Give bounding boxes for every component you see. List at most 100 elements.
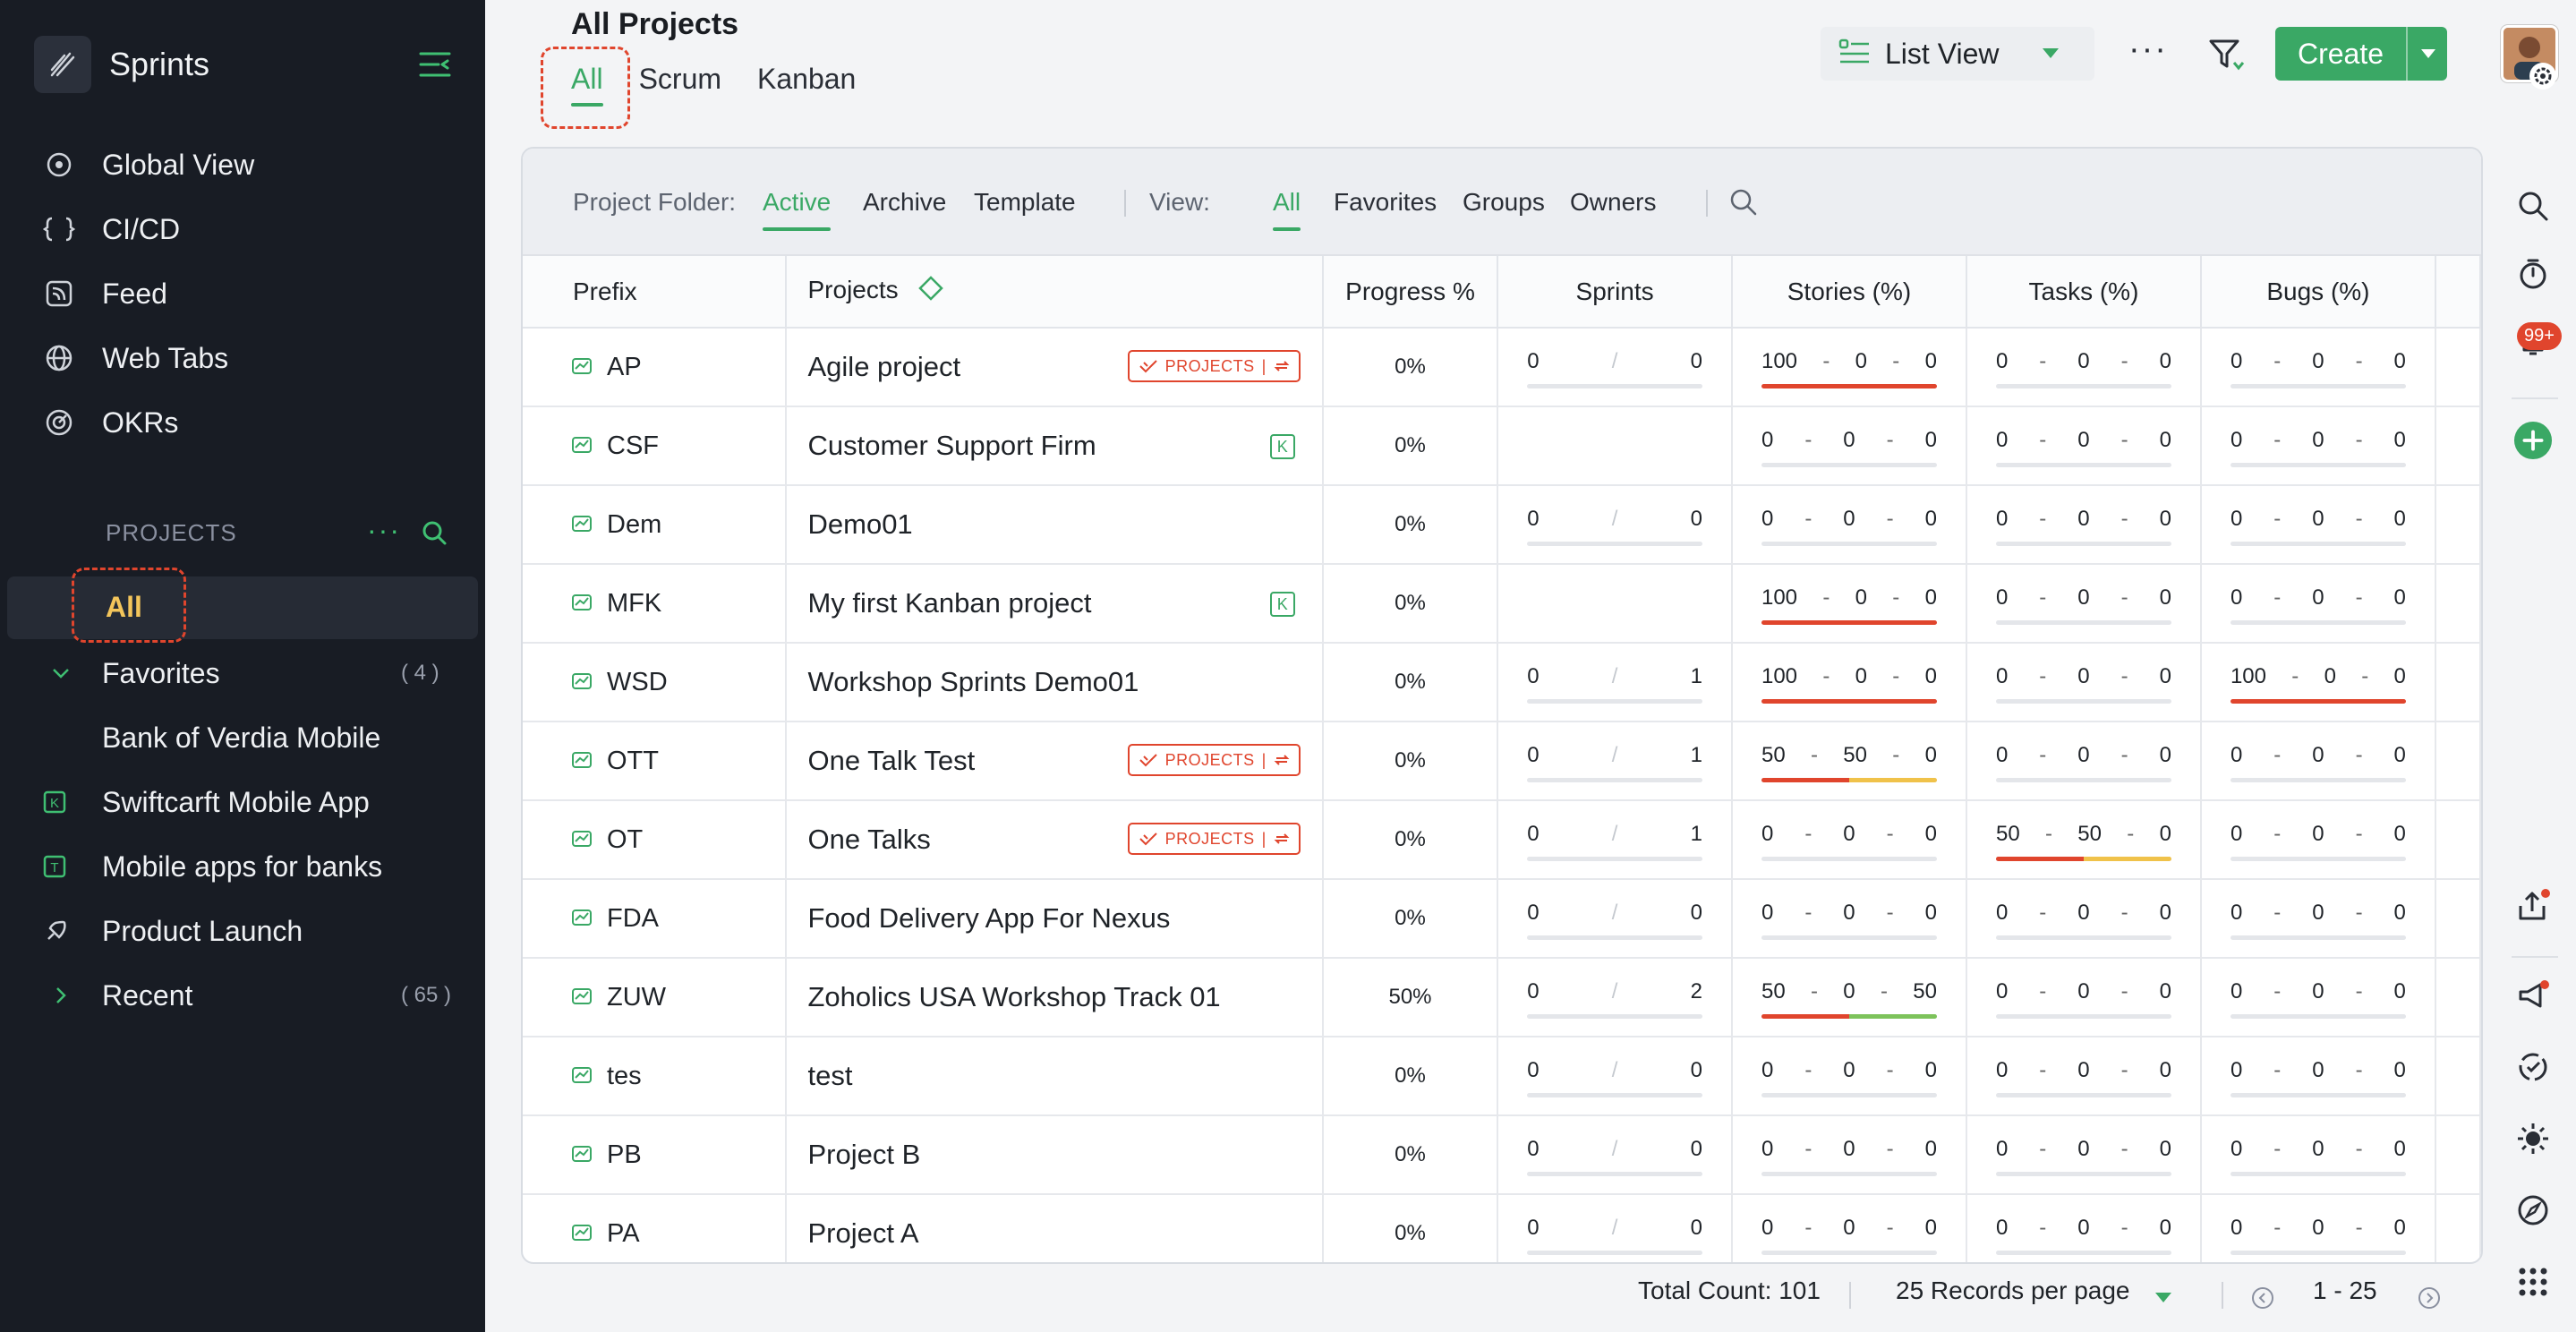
project-name-cell[interactable]: test <box>785 1037 1324 1116</box>
timer-icon[interactable] <box>2513 254 2553 294</box>
project-name-cell[interactable]: Workshop Sprints Demo01 <box>785 643 1324 722</box>
folder-template[interactable]: Template <box>974 188 1076 217</box>
next-page-icon[interactable] <box>2417 1285 2442 1315</box>
more-icon[interactable]: ··· <box>367 514 401 547</box>
records-per-page-dropdown[interactable]: 25 Records per page <box>1896 1276 2145 1305</box>
col-bugs[interactable]: Bugs (%) <box>2200 256 2436 329</box>
table-row[interactable]: AP Agile project PROJECTS | 0% 0/0 100-0-0 0-0-… <box>523 328 2481 407</box>
nav-web-tabs[interactable]: Web Tabs <box>43 333 228 383</box>
nav-okrs[interactable]: OKRs <box>43 397 178 448</box>
favorite-item-product-launch[interactable]: Product Launch <box>43 906 303 956</box>
brand[interactable]: Sprints <box>34 36 209 93</box>
project-name-link[interactable]: Demo01 <box>808 508 913 540</box>
create-dropdown-button[interactable] <box>2406 27 2447 81</box>
project-name-cell[interactable]: Food Delivery App For Nexus <box>785 879 1324 959</box>
project-name-cell[interactable]: Project A <box>785 1194 1324 1262</box>
settings-gear-icon[interactable] <box>2529 63 2556 90</box>
sort-icon[interactable] <box>917 275 944 308</box>
sidebar-item-recent[interactable]: Recent <box>50 970 192 1020</box>
project-name-cell[interactable]: One Talk Test PROJECTS | <box>785 722 1324 801</box>
project-name-cell[interactable]: Project B <box>785 1115 1324 1195</box>
separator: - <box>2273 901 2282 925</box>
table-row[interactable]: FDA Food Delivery App For Nexus 0% 0/0 0-0-0… <box>523 879 2481 959</box>
col-projects[interactable]: Projects <box>785 256 1324 329</box>
create-button[interactable]: Create <box>2275 27 2447 81</box>
project-name-cell[interactable]: Zoholics USA Workshop Track 01 <box>785 958 1324 1037</box>
project-name-link[interactable]: Workshop Sprints Demo01 <box>808 666 1139 697</box>
search-icon[interactable] <box>421 519 448 546</box>
view-favorites[interactable]: Favorites <box>1334 188 1437 217</box>
col-stories[interactable]: Stories (%) <box>1731 256 1967 329</box>
table-row[interactable]: OTT One Talk Test PROJECTS | 0% 0/1 50-50-0 0-0… <box>523 722 2481 801</box>
nav-global-view[interactable]: Global View <box>43 140 254 190</box>
project-name-link[interactable]: Customer Support Firm <box>808 430 1096 461</box>
table-row[interactable]: MFK My first Kanban project K 0% 100-0-0 0-0-… <box>523 564 2481 644</box>
sidebar-item-favorites[interactable]: Favorites <box>50 648 220 698</box>
bugs-value: 0 <box>2312 349 2324 373</box>
chevron-down-icon[interactable] <box>2155 1293 2171 1302</box>
table-row[interactable]: ZUW Zoholics USA Workshop Track 01 50% 0 / 2 5… <box>523 958 2481 1037</box>
favorite-item-mobile-apps[interactable]: T Mobile apps for banks <box>43 841 382 892</box>
project-name-cell[interactable]: Customer Support Firm K <box>785 406 1324 486</box>
projects-integration-badge[interactable]: PROJECTS | <box>1127 744 1301 776</box>
stories-value: 0 <box>1924 1216 1937 1240</box>
col-prefix[interactable]: Prefix <box>523 256 787 329</box>
nav-cicd[interactable]: CI/CD <box>43 204 180 254</box>
project-name-link[interactable]: Zoholics USA Workshop Track 01 <box>808 981 1221 1012</box>
project-name-link[interactable]: My first Kanban project <box>808 587 1092 619</box>
favorite-item-bank-of-verdia[interactable]: Bank of Verdia Mobile <box>102 713 380 763</box>
collapse-sidebar-icon[interactable] <box>417 47 453 82</box>
table-row[interactable]: PA Project A 0% 0 / 0 0 - 0 - 0 0 - 0 - 0 0 - 0 - 0 <box>523 1194 2481 1262</box>
table-row[interactable]: CSF Customer Support Firm K 0% 0-0-0 0-0-0 0-0… <box>523 406 2481 486</box>
project-name-link[interactable]: One Talk Test <box>808 745 976 776</box>
tab-scrum[interactable]: Scrum <box>639 63 721 107</box>
table-row[interactable]: Dem Demo01 0% 0 / 0 0 - 0 - 0 0 - 0 - 0 0 - 0 - 0 <box>523 485 2481 565</box>
filter-icon[interactable] <box>2207 36 2247 75</box>
view-groups[interactable]: Groups <box>1463 188 1545 217</box>
project-name-link[interactable]: Project B <box>808 1139 921 1170</box>
project-name-link[interactable]: Project A <box>808 1217 919 1249</box>
folder-active[interactable]: Active <box>763 188 832 231</box>
table-row[interactable]: PB Project B 0% 0 / 0 0 - 0 - 0 0 - 0 - 0 0 - 0 - 0 <box>523 1115 2481 1195</box>
project-name-link[interactable]: One Talks <box>808 824 931 855</box>
projects-integration-badge[interactable]: PROJECTS | <box>1127 350 1301 382</box>
brand-name: Sprints <box>109 46 210 82</box>
col-progress[interactable]: Progress % <box>1322 256 1499 329</box>
more-options-icon[interactable]: ··· <box>2128 30 2168 69</box>
col-sprints[interactable]: Sprints <box>1497 256 1733 329</box>
view-all[interactable]: All <box>1273 188 1301 231</box>
stories-progress: 0 - 0 - 0 <box>1761 424 1937 467</box>
table-row[interactable]: WSD Workshop Sprints Demo01 0% 0/1 100-0-0 0-… <box>523 643 2481 722</box>
separator: - <box>2355 349 2363 373</box>
table-row[interactable]: tes test 0% 0 / 0 0 - 0 - 0 0 - 0 - 0 0 - 0 - 0 <box>523 1037 2481 1116</box>
bugs-cell: 0 - 0 - 0 <box>2200 564 2436 644</box>
project-name-link[interactable]: Food Delivery App For Nexus <box>808 902 1171 934</box>
add-icon[interactable] <box>2513 421 2553 460</box>
project-name-cell[interactable]: Demo01 <box>785 485 1324 565</box>
view-dropdown[interactable]: List View <box>1821 27 2094 81</box>
apps-grid-icon[interactable] <box>2513 1262 2553 1302</box>
bugs-cell: 0 - 0 - 0 <box>2200 1194 2436 1262</box>
project-name-cell[interactable]: My first Kanban project K <box>785 564 1324 644</box>
search-icon[interactable] <box>2513 186 2553 226</box>
nav-feed[interactable]: Feed <box>43 269 167 319</box>
project-name-link[interactable]: Agile project <box>808 351 961 382</box>
compass-icon[interactable] <box>2513 1191 2553 1230</box>
search-icon[interactable] <box>1727 186 1760 218</box>
share-icon[interactable] <box>2513 886 2553 926</box>
projects-integration-badge[interactable]: PROJECTS | <box>1127 823 1301 855</box>
project-name-cell[interactable]: One Talks PROJECTS | <box>785 800 1324 880</box>
table-row[interactable]: OT One Talks PROJECTS | 0% 0/1 0-0-0 50-50-0 0-0… <box>523 800 2481 880</box>
tab-kanban[interactable]: Kanban <box>757 63 856 107</box>
col-tasks[interactable]: Tasks (%) <box>1966 256 2202 329</box>
view-owners[interactable]: Owners <box>1570 188 1656 217</box>
sync-icon[interactable] <box>2513 1047 2553 1087</box>
stories-value: 0 <box>1761 507 1774 531</box>
project-name-link[interactable]: test <box>808 1060 853 1091</box>
folder-archive[interactable]: Archive <box>863 188 946 217</box>
prev-page-icon[interactable] <box>2250 1285 2275 1315</box>
project-name-cell[interactable]: Agile project PROJECTS | <box>785 328 1324 407</box>
theme-sun-icon[interactable] <box>2513 1119 2553 1158</box>
announcement-icon[interactable] <box>2513 976 2553 1015</box>
favorite-item-swiftcarft[interactable]: K Swiftcarft Mobile App <box>43 777 370 827</box>
